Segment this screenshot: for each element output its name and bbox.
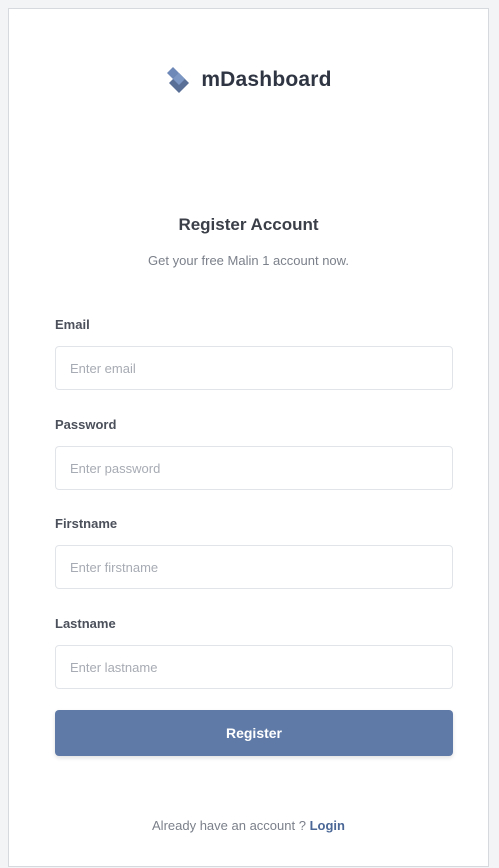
register-card: mDashboard Register Account Get your fre… [8,8,489,867]
firstname-label: Firstname [55,516,118,531]
diamond-logo-icon [165,65,193,95]
password-label: Password [55,417,117,432]
brand-name: mDashboard [201,68,332,91]
page-title: Register Account [178,215,319,234]
login-prompt: Already have an account ? Login [9,818,488,833]
password-field[interactable] [55,446,453,490]
email-label: Email [55,317,90,332]
email-field[interactable] [55,346,453,390]
login-prompt-text: Already have an account ? [152,818,306,833]
register-button[interactable]: Register [55,710,453,756]
brand: mDashboard [9,65,488,95]
lastname-label: Lastname [55,616,116,631]
login-link[interactable]: Login [310,818,345,833]
firstname-field[interactable] [55,545,453,589]
lastname-field[interactable] [55,645,453,689]
page-subtitle: Get your free Malin 1 account now. [148,253,349,268]
